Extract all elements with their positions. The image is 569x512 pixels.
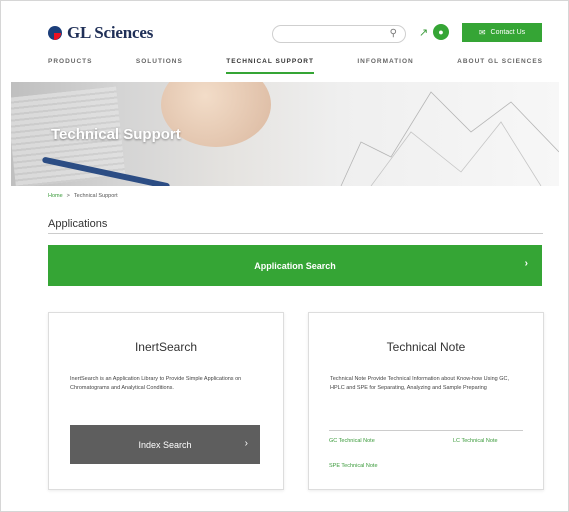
inertsearch-card: InertSearch InertSearch is an Applicatio… (48, 312, 284, 490)
application-search-button[interactable]: Application Search › (48, 245, 542, 286)
mail-icon: ✉ (478, 28, 486, 37)
inertsearch-title: InertSearch (134, 340, 198, 354)
technical-note-title: Technical Note (386, 340, 466, 354)
breadcrumb-home[interactable]: Home (48, 193, 63, 199)
logo-mark-icon (48, 26, 62, 40)
technical-note-divider (329, 430, 523, 431)
nav-item-about[interactable]: ABOUT GL SCIENCES (457, 58, 543, 74)
applications-heading: Applications (48, 218, 108, 230)
nav-item-technical-support[interactable]: TECHNICAL SUPPORT (226, 58, 314, 74)
arrow-icon[interactable]: ↗ (419, 26, 428, 39)
index-search-button[interactable]: Index Search › (70, 425, 260, 464)
technical-note-description: Technical Note Provide Technical Informa… (330, 376, 510, 391)
chat-icon[interactable]: ● (433, 24, 449, 40)
main-nav: PRODUCTS SOLUTIONS TECHNICAL SUPPORT INF… (48, 58, 543, 74)
index-search-label: Index Search (138, 439, 192, 450)
logo[interactable]: GL Sciences (48, 23, 153, 43)
nav-item-products[interactable]: PRODUCTS (48, 58, 92, 74)
hero-title: Technical Support (51, 126, 181, 143)
search-input[interactable]: ⚲ (272, 25, 406, 43)
nav-item-information[interactable]: INFORMATION (357, 58, 413, 74)
contact-us-button[interactable]: ✉ Contact Us (462, 23, 542, 42)
breadcrumb: Home > Technical Support (48, 193, 118, 199)
inertsearch-description: InertSearch is an Application Library to… (70, 376, 242, 391)
breadcrumb-separator: > (66, 193, 70, 199)
hero-banner: Technical Support (11, 82, 559, 186)
page-frame: GL Sciences ⚲ ↗ ● ✉ Contact Us PRODUCTS … (0, 0, 569, 512)
lc-technical-note-link[interactable]: LC Technical Note (453, 438, 498, 444)
technical-note-card: Technical Note Technical Note Provide Te… (308, 312, 544, 490)
search-icon[interactable]: ⚲ (390, 28, 397, 39)
contact-us-label: Contact Us (490, 29, 526, 36)
section-divider (48, 233, 543, 234)
chevron-right-icon: › (244, 438, 248, 449)
application-search-label: Application Search (254, 260, 336, 271)
nav-item-solutions[interactable]: SOLUTIONS (136, 58, 183, 74)
logo-text: GL Sciences (67, 23, 154, 42)
spe-technical-note-link[interactable]: SPE Technical Note (329, 463, 378, 469)
chevron-right-icon: › (524, 258, 528, 269)
gc-technical-note-link[interactable]: GC Technical Note (329, 438, 375, 444)
breadcrumb-current: Technical Support (73, 193, 118, 199)
